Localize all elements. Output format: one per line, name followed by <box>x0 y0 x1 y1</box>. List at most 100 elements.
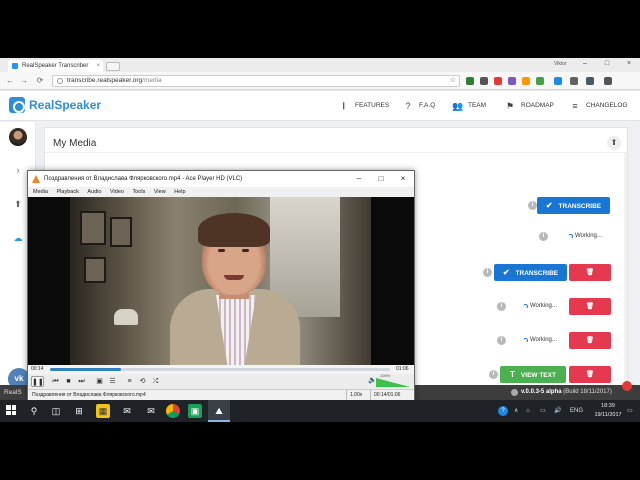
realspeaker-logo-icon <box>9 97 25 113</box>
info-icon[interactable]: i <box>489 370 498 379</box>
info-icon[interactable]: i <box>539 232 548 241</box>
info-icon[interactable]: i <box>528 201 537 210</box>
extension-icon[interactable] <box>586 77 594 85</box>
app-logo[interactable]: RealSpeaker <box>9 97 101 113</box>
transcribe-button[interactable]: ✔ TRANSCRIBE <box>537 197 610 214</box>
upload-button[interactable]: ⬆ <box>607 136 621 150</box>
mail-icon[interactable]: ✉ <box>120 404 134 418</box>
time-total: 01:06 <box>396 366 409 372</box>
reload-icon[interactable]: ⟳ <box>34 75 46 87</box>
vlc-taskbar-button[interactable]: ⛰ <box>208 400 230 422</box>
scrollbar[interactable] <box>624 153 627 400</box>
previous-button[interactable]: ⏮ <box>50 376 61 387</box>
vlc-cone-icon <box>32 175 40 183</box>
notification-center-icon[interactable]: ▭ <box>627 406 633 416</box>
extended-settings-button[interactable]: ☰ <box>107 376 118 387</box>
menu-playback[interactable]: Playback <box>57 187 79 197</box>
nav-changelog-label: CHANGELOG <box>586 102 628 109</box>
minimize-icon[interactable]: – <box>578 58 592 70</box>
extension-icon[interactable] <box>494 77 502 85</box>
maximize-icon[interactable]: □ <box>600 58 614 70</box>
show-hidden-icons[interactable]: ∧ <box>514 406 518 416</box>
extension-icon[interactable] <box>554 77 562 85</box>
new-tab-button[interactable] <box>106 62 120 71</box>
language-indicator[interactable]: ENG <box>570 406 583 416</box>
roadmap-icon: ⚑ <box>505 101 515 111</box>
volume-icon[interactable]: 🔊 <box>554 406 561 416</box>
menu-tools[interactable]: Tools <box>132 187 145 197</box>
delete-button[interactable]: 🗑 <box>569 332 611 349</box>
menu-video[interactable]: Video <box>110 187 124 197</box>
extension-icon[interactable] <box>570 77 578 85</box>
profile-name[interactable]: Viktor <box>554 61 567 67</box>
extension-icon[interactable] <box>536 77 544 85</box>
upload-icon[interactable]: ⬆ <box>12 198 24 210</box>
stop-button[interactable]: ■ <box>63 376 74 387</box>
menu-audio[interactable]: Audio <box>87 187 101 197</box>
vlc-close-icon[interactable]: × <box>392 171 414 187</box>
loop-button[interactable]: ⟲ <box>137 376 148 387</box>
store-icon[interactable]: ⊞ <box>72 404 86 418</box>
video-frame[interactable] <box>28 197 414 365</box>
next-button[interactable]: ⏭ <box>76 376 87 387</box>
screen: RealSpeaker Transcriber × Viktor – □ × ←… <box>0 0 640 480</box>
delete-button[interactable]: 🗑 <box>569 264 611 281</box>
extension-icon[interactable] <box>466 77 474 85</box>
view-text-button[interactable]: T VIEW TEXT <box>500 366 566 383</box>
menu-media[interactable]: Media <box>33 187 48 197</box>
delete-button[interactable]: 🗑 <box>569 298 611 315</box>
battery-icon[interactable]: ▭ <box>540 406 546 416</box>
avatar[interactable] <box>9 128 27 146</box>
tab-close-icon[interactable]: × <box>96 60 100 72</box>
nav-features[interactable]: 𝄃 FEATURES <box>339 91 389 121</box>
app-icon[interactable]: ▣ <box>188 404 202 418</box>
fullscreen-button[interactable]: ▣ <box>94 376 105 387</box>
file-explorer-icon[interactable]: ▦ <box>96 404 110 418</box>
vlc-titlebar[interactable]: Поздравления от Владислава Флярковского.… <box>28 171 414 187</box>
search-icon[interactable]: ⚲ <box>27 404 41 418</box>
nav-team[interactable]: 👥 TEAM <box>452 91 486 121</box>
working-label: Working... <box>530 303 557 309</box>
nav-faq[interactable]: ? F.A.Q <box>403 91 435 121</box>
back-icon[interactable]: ← <box>4 75 16 87</box>
seek-slider[interactable] <box>50 368 390 371</box>
vlc-maximize-icon[interactable]: □ <box>370 171 392 187</box>
info-icon[interactable]: i <box>497 302 506 311</box>
bookmark-star-icon[interactable]: ☆ <box>450 76 456 86</box>
extension-icon[interactable] <box>604 77 612 85</box>
chrome-icon[interactable] <box>166 404 180 418</box>
page-info-icon[interactable] <box>57 78 63 84</box>
nav-changelog[interactable]: ≡ CHANGELOG <box>570 91 628 121</box>
nav-roadmap[interactable]: ⚑ ROADMAP <box>505 91 554 121</box>
playlist-button[interactable]: ≡ <box>124 376 135 387</box>
expand-chevron-icon[interactable]: › <box>12 164 24 176</box>
shuffle-button[interactable]: ⤮ <box>150 376 161 387</box>
transcribe-button[interactable]: ✔ TRANSCRIBE <box>494 264 567 281</box>
pause-button[interactable]: ❚❚ <box>31 376 44 387</box>
delete-button[interactable]: 🗑 <box>569 366 611 383</box>
mail-app-icon[interactable]: ✉ <box>144 404 158 418</box>
menu-view[interactable]: View <box>154 187 166 197</box>
task-view-icon[interactable]: ◫ <box>49 404 63 418</box>
network-icon[interactable]: ⌂ <box>526 406 530 416</box>
menu-help[interactable]: Help <box>174 187 185 197</box>
notification-dot-icon[interactable] <box>622 381 632 391</box>
browser-toolbar: ← → ⟳ transcribe.realspeaker.org/media ☆ <box>0 72 640 90</box>
extension-icon[interactable] <box>522 77 530 85</box>
vlc-minimize-icon[interactable]: – <box>348 171 370 187</box>
spinner-icon <box>523 338 528 343</box>
system-clock[interactable]: 18:39 19/11/2017 <box>590 402 626 420</box>
forward-icon[interactable]: → <box>18 75 30 87</box>
extension-icon[interactable] <box>480 77 488 85</box>
help-tray-icon[interactable]: ? <box>498 406 508 416</box>
team-icon: 👥 <box>452 101 464 111</box>
info-icon[interactable]: i <box>483 268 492 277</box>
info-icon[interactable]: i <box>497 336 506 345</box>
address-bar[interactable]: transcribe.realspeaker.org/media ☆ <box>52 75 460 87</box>
browser-tab[interactable]: RealSpeaker Transcriber × <box>8 60 103 72</box>
extension-icon[interactable] <box>508 77 516 85</box>
volume-slider[interactable]: 🔈 100% <box>368 373 410 387</box>
windows-start-icon[interactable] <box>6 405 16 415</box>
cloud-icon[interactable]: ☁ <box>12 232 24 244</box>
close-window-icon[interactable]: × <box>622 58 636 70</box>
